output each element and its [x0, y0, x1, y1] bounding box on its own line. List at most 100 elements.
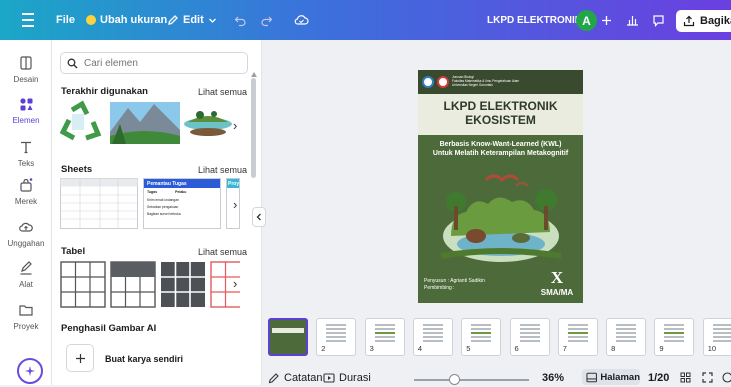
recent-see-all-link[interactable]: Lihat semua	[198, 87, 247, 97]
resize-button[interactable]: Ubah ukuran	[86, 0, 167, 40]
rail-label: Alat	[19, 280, 33, 289]
undo-button[interactable]	[234, 0, 247, 40]
sheets-next-chevron-icon[interactable]: ›	[233, 197, 237, 212]
thumbnail-text-lines	[712, 324, 731, 344]
duration-button[interactable]: Durasi	[323, 368, 371, 387]
page-thumbnail[interactable]: 10	[702, 318, 731, 356]
panel-scrollbar[interactable]	[251, 78, 256, 178]
thumbnail-number: 5	[466, 344, 471, 353]
notes-button[interactable]: Catatan	[268, 368, 323, 387]
sheet-row: Kirim email undangan	[147, 198, 179, 202]
page-thumbnail[interactable]	[268, 318, 308, 356]
comment-button[interactable]	[652, 0, 665, 40]
ecosystem-illustration	[440, 174, 562, 262]
blank-sheet-thumbnail[interactable]	[60, 178, 138, 229]
help-button[interactable]	[722, 368, 731, 387]
university-logo	[422, 76, 434, 88]
bar-chart-icon	[627, 16, 638, 26]
elements-icon	[20, 98, 33, 111]
redo-button[interactable]	[260, 0, 273, 40]
task-tracker-sheet-thumbnail[interactable]: Pemantau Tugas Tugas Pelaku Kirim email …	[143, 178, 221, 229]
upload-share-icon	[683, 15, 695, 27]
file-menu[interactable]: File	[56, 0, 75, 40]
rail-label: Unggahan	[7, 239, 45, 248]
cloud-check-icon	[294, 15, 309, 25]
page-thumbnail[interactable]: 3	[364, 318, 405, 356]
search-box[interactable]	[60, 52, 248, 74]
ai-generate-label[interactable]: Buat karya sendiri	[105, 354, 183, 364]
mountain-landscape-image[interactable]	[110, 102, 180, 144]
island-illustration[interactable]	[184, 111, 232, 136]
tables-next-chevron-icon[interactable]: ›	[233, 276, 237, 291]
rail-item-uploads[interactable]: Unggahan	[0, 219, 52, 248]
page-thumbnail[interactable]: 2	[316, 318, 357, 356]
resize-label: Ubah ukuran	[100, 14, 168, 26]
scroll-up-icon[interactable]	[251, 72, 257, 77]
grid-view-button[interactable]	[680, 368, 691, 387]
magic-sparkle-icon[interactable]	[17, 358, 43, 384]
rail-item-design[interactable]: Desain	[0, 55, 52, 84]
rail-label: Teks	[17, 159, 35, 168]
sheets-see-all-link[interactable]: Lihat semua	[198, 165, 247, 175]
page-counter: 1/20	[648, 371, 670, 384]
page-thumbnail[interactable]: 7	[557, 318, 598, 356]
rail-item-brand[interactable]: Merek	[0, 177, 52, 206]
page-thumbnail[interactable]: 5	[461, 318, 502, 356]
edit-label: Edit	[183, 14, 204, 26]
rail-item-text[interactable]: Teks	[0, 139, 52, 168]
fullscreen-button[interactable]	[702, 368, 713, 387]
thumbnail-text-lines	[664, 324, 685, 344]
page-thumbnail[interactable]: 6	[509, 318, 550, 356]
hamburger-icon[interactable]	[22, 0, 36, 40]
left-rail: Desain Elemen Teks Merek Unggahan Alat P…	[0, 40, 52, 385]
thumbnail-number: 4	[417, 344, 423, 353]
share-button[interactable]: Bagikan	[676, 10, 731, 32]
comment-icon	[653, 14, 664, 27]
collapse-panel-button[interactable]	[252, 207, 266, 227]
add-collaborator-button[interactable]	[601, 0, 612, 40]
ai-title: Penghasil Gambar AI	[61, 323, 157, 334]
zoom-slider-track[interactable]	[414, 379, 529, 381]
page-thumbnail[interactable]: 9	[654, 318, 695, 356]
edit-menu[interactable]: Edit	[167, 0, 217, 40]
search-input[interactable]	[84, 57, 234, 69]
thumbnail-text-lines	[567, 324, 588, 344]
upload-icon	[19, 222, 33, 232]
zoom-slider-handle[interactable]	[449, 374, 461, 385]
sheet-card2-header: Proy	[227, 179, 240, 188]
page-credits: Penyusun : Agrianti Sadikin Pembimbing :	[424, 278, 485, 291]
page-thumbnail[interactable]: 4	[412, 318, 453, 356]
page-subtitle: Berbasis Know-Want-Learned (KWL) Untuk M…	[432, 141, 569, 158]
ai-generate-button[interactable]	[66, 344, 94, 372]
avatar[interactable]: A	[576, 10, 597, 31]
table-template-header[interactable]	[110, 261, 156, 308]
rail-label: Desain	[13, 75, 39, 84]
tables-see-all-link[interactable]: Lihat semua	[198, 247, 247, 257]
page-subject: EKOSISTEM	[465, 113, 536, 127]
share-label: Bagikan	[700, 15, 731, 27]
rail-label: Proyek	[13, 322, 39, 331]
insights-button[interactable]	[626, 0, 639, 40]
thumbnail-number: 9	[659, 344, 664, 353]
brand-icon	[20, 178, 33, 192]
rail-item-draw[interactable]: Alat	[0, 260, 52, 289]
cloud-sync-button[interactable]	[294, 0, 309, 40]
thumbnail-text-lines	[422, 324, 443, 344]
page-thumbnail[interactable]: 8	[606, 318, 647, 356]
recycle-icon[interactable]	[60, 100, 102, 141]
rail-item-elements[interactable]: Elemen	[0, 96, 52, 125]
recent-next-chevron-icon[interactable]: ›	[233, 118, 237, 133]
table-template-dark[interactable]	[161, 262, 205, 307]
zoom-level[interactable]: 36%	[542, 368, 564, 387]
table-template-plain[interactable]	[60, 261, 106, 308]
document-title[interactable]: LKPD ELEKTRONIK	[487, 0, 582, 40]
design-page[interactable]: Jurusan Biologi Fakultas Matematika & Il…	[418, 70, 583, 303]
pages-icon	[586, 372, 597, 382]
rail-label: Elemen	[12, 116, 40, 125]
recent-items-row	[60, 100, 232, 144]
page-header: Jurusan Biologi Fakultas Matematika & Il…	[418, 70, 583, 94]
pages-view-button[interactable]: Halaman	[582, 369, 640, 385]
grid-icon	[680, 372, 691, 383]
rail-item-projects[interactable]: Proyek	[0, 302, 52, 331]
folder-icon	[19, 305, 33, 316]
